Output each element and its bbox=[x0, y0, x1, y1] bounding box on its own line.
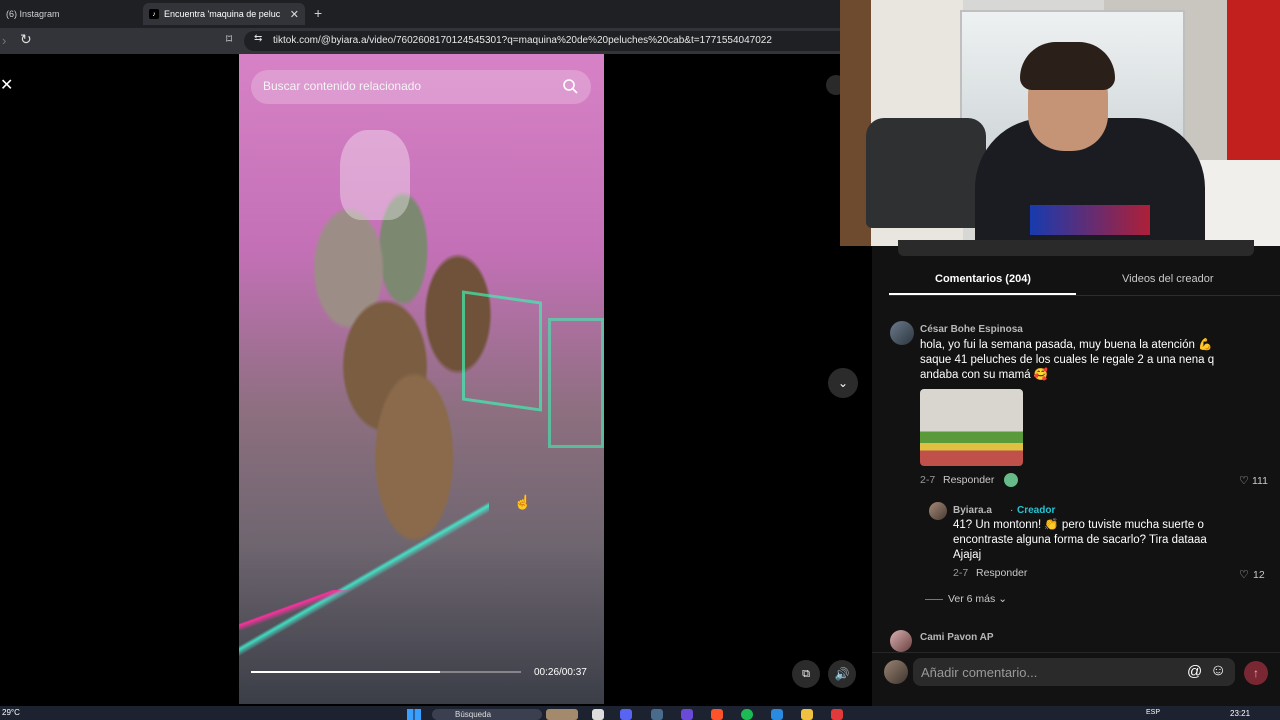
avatar[interactable] bbox=[929, 502, 947, 520]
reply-date: 2-7 bbox=[953, 567, 969, 579]
video-decor bbox=[462, 290, 542, 412]
avatar[interactable] bbox=[890, 630, 912, 652]
forward-arrow-icon[interactable]: › bbox=[2, 33, 6, 48]
reply-text: encontraste alguna forma de sacarlo? Tir… bbox=[953, 534, 1207, 546]
view-more-label: Ver 6 más bbox=[948, 593, 996, 605]
comment-text: andaba con su mamá 🥰 bbox=[920, 369, 1049, 381]
close-tab-icon[interactable]: ✕ bbox=[290, 8, 299, 21]
reply-text: Ajajaj bbox=[953, 549, 982, 561]
hand-cursor-icon: ☝ bbox=[514, 494, 532, 510]
reply-text: 41? Un montonn! 👏 pero tuviste mucha sue… bbox=[953, 519, 1204, 531]
video-progress-fill bbox=[251, 671, 440, 673]
replies-line bbox=[925, 599, 943, 600]
tab-instagram[interactable]: (6) Instagram bbox=[0, 3, 140, 25]
taskbar-search-label: Búsqueda bbox=[455, 710, 492, 719]
clock[interactable]: 23:21 bbox=[1230, 709, 1250, 718]
creator-badge: Creador bbox=[1017, 505, 1056, 516]
video-decor bbox=[239, 590, 359, 630]
creator-liked-avatar bbox=[1004, 473, 1018, 487]
reply-author[interactable]: Byiara.a bbox=[953, 505, 992, 516]
discord-icon[interactable] bbox=[620, 709, 632, 720]
arrow-up-icon: ↑ bbox=[1253, 666, 1259, 680]
emoji-icon[interactable]: ☺ bbox=[1210, 662, 1226, 680]
volume-button[interactable]: 🔊 bbox=[828, 660, 856, 688]
author-separator: · bbox=[1010, 505, 1014, 516]
related-search-placeholder: Buscar contenido relacionado bbox=[263, 79, 422, 93]
mention-icon[interactable]: @ bbox=[1187, 663, 1202, 680]
app-icon[interactable] bbox=[831, 709, 843, 720]
weather-widget[interactable]: 29°C bbox=[2, 708, 20, 717]
tab-creator-videos[interactable]: Videos del creador bbox=[1122, 273, 1214, 285]
send-button[interactable]: ↑ bbox=[1244, 661, 1268, 685]
language-indicator[interactable]: ESP bbox=[1146, 709, 1160, 716]
comment-author[interactable]: Cami Pavon AP bbox=[920, 632, 994, 643]
site-info-icon[interactable]: ⇆ bbox=[254, 33, 262, 44]
video-decor bbox=[340, 130, 410, 220]
webcam-shirt-print bbox=[1030, 205, 1150, 235]
tab-comments[interactable]: Comentarios (204) bbox=[935, 273, 1031, 285]
video-decor bbox=[548, 318, 604, 448]
avatar[interactable] bbox=[884, 660, 908, 684]
tab-label: (6) Instagram bbox=[6, 9, 60, 19]
volume-icon: 🔊 bbox=[834, 667, 850, 681]
reply-button[interactable]: Responder bbox=[943, 474, 994, 486]
app-icon[interactable] bbox=[681, 709, 693, 720]
view-more-replies-button[interactable]: Ver 6 más ⌄ bbox=[948, 593, 1007, 605]
brave-icon[interactable] bbox=[711, 709, 723, 720]
comment-photo[interactable] bbox=[920, 389, 1023, 466]
reload-icon[interactable]: ↻ bbox=[20, 31, 32, 48]
new-tab-button[interactable]: + bbox=[314, 5, 322, 21]
comment-text: hola, yo fui la semana pasada, muy buena… bbox=[920, 339, 1213, 351]
app-icon[interactable] bbox=[651, 709, 663, 720]
tiktok-icon: ♪ bbox=[149, 9, 159, 19]
comment-text: saque 41 peluches de los cuales le regal… bbox=[920, 354, 1215, 366]
like-count: 111 bbox=[1252, 475, 1268, 487]
comment-author[interactable]: César Bohe Espinosa bbox=[920, 324, 1023, 335]
chevron-down-icon: ⌄ bbox=[998, 593, 1008, 605]
url-text[interactable]: tiktok.com/@byiara.a/video/7602608170124… bbox=[273, 35, 772, 46]
avatar[interactable] bbox=[890, 321, 914, 345]
comment-date: 2-7 bbox=[920, 474, 936, 486]
picture-in-picture-icon: ⧉ bbox=[802, 667, 810, 680]
taskbar-thumbnail[interactable] bbox=[546, 709, 578, 720]
bookmark-icon[interactable]: ⌑ bbox=[226, 32, 232, 46]
heart-icon[interactable]: ♡ bbox=[1239, 568, 1249, 581]
webcam-person-hair bbox=[1020, 42, 1115, 90]
edge-icon[interactable] bbox=[771, 709, 783, 720]
floating-player-button[interactable]: ⧉ bbox=[792, 660, 820, 688]
search-icon[interactable] bbox=[562, 78, 578, 94]
windows-start-icon[interactable] bbox=[407, 709, 421, 720]
heart-icon[interactable]: ♡ bbox=[1239, 474, 1249, 487]
copy-link-row[interactable] bbox=[898, 240, 1254, 256]
chevron-down-icon: ⌄ bbox=[837, 376, 849, 390]
next-video-button[interactable]: ⌄ bbox=[828, 368, 858, 398]
reply-button[interactable]: Responder bbox=[976, 567, 1027, 579]
spotify-icon[interactable] bbox=[741, 709, 753, 720]
like-count: 12 bbox=[1253, 569, 1265, 581]
os-taskbar bbox=[0, 706, 1280, 720]
tab-tiktok[interactable]: ♪ Encuentra 'maquina de peluc ✕ bbox=[143, 3, 305, 25]
close-icon[interactable]: ✕ bbox=[0, 75, 13, 95]
video-timecode: 00:26/00:37 bbox=[534, 667, 587, 678]
file-icon[interactable] bbox=[592, 709, 604, 720]
folder-icon[interactable] bbox=[801, 709, 813, 720]
tab-divider bbox=[889, 295, 1280, 296]
tab-label: Encuentra 'maquina de peluc bbox=[164, 9, 281, 19]
webcam-chair bbox=[866, 118, 986, 228]
